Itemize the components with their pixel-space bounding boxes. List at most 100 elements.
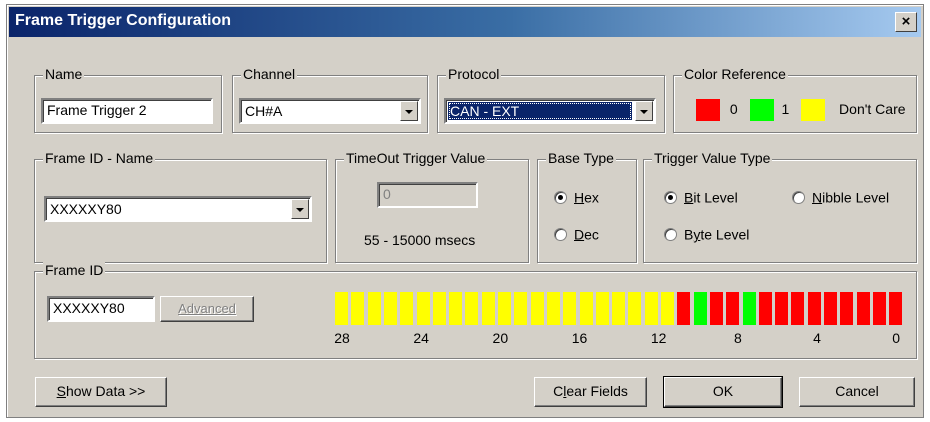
frame-id-bit[interactable] [449,292,463,325]
bit-number-label: 28 [334,330,350,346]
channel-select-value: CH#A [245,103,283,119]
frame-id-bit[interactable] [791,292,805,325]
frame-id-bit[interactable] [514,292,528,325]
hex-label: Hex [574,189,599,205]
frame-id-bit[interactable] [644,292,658,325]
bit-level-label: Bit Level [684,189,738,205]
advanced-label: Advanced [178,301,236,316]
protocol-group: Protocol CAN - EXT [437,66,665,133]
byte-level-radio-dot[interactable] [664,227,677,241]
zero-color-label: 0 [729,100,738,117]
frame-id-bit[interactable] [677,292,691,325]
frame-id-bit[interactable] [416,292,430,325]
frame-id-bit[interactable] [807,292,821,325]
frame-id-bit[interactable] [351,292,365,325]
nibble-level-radio-dot[interactable] [792,190,805,204]
name-input[interactable]: Frame Trigger 2 [41,98,213,124]
frame-id-bit-strip: 28 24 20 16 12 8 4 0 [334,292,915,352]
nibble-level-mnemonic: N [812,189,823,206]
frame-id-bit[interactable] [432,292,446,325]
frame-id-bit[interactable] [628,292,642,325]
trigger-value-type-group: Trigger Value Type Bit Level Nibble Leve… [643,150,917,263]
channel-select[interactable]: CH#A [239,98,421,124]
frame-id-bit[interactable] [465,292,479,325]
frame-id-bit[interactable] [530,292,544,325]
ok-button[interactable]: OK [663,376,783,408]
frame-id-bit[interactable] [661,292,674,325]
clear-fields-button[interactable]: Clear Fields [534,377,647,407]
frame-id-bit[interactable] [546,292,560,325]
name-group: Name Frame Trigger 2 [34,66,222,133]
one-color-swatch [749,99,774,121]
frame-id-bit[interactable] [367,292,381,325]
frame-id-bit[interactable] [595,292,609,325]
color-reference-group: Color Reference 0 1 Don't Care [673,66,917,133]
show-data-rest: how Data >> [65,383,146,399]
frame-id-bit[interactable] [872,292,886,325]
color-reference-items: 0 1 Don't Care [696,99,906,121]
dec-radio[interactable]: Dec [554,225,599,243]
frame-trigger-dialog: Frame Trigger Configuration × Name Frame… [6,4,924,418]
hex-radio[interactable]: Hex [554,188,599,206]
dec-radio-dot[interactable] [554,227,567,241]
frame-id-bit[interactable] [840,292,854,325]
zero-color-swatch [696,99,720,121]
bit-number-label: 20 [492,330,509,346]
timeout-input[interactable]: 0 [377,182,478,208]
byte-level-pre: B [684,226,694,243]
advanced-button[interactable]: Advanced [160,296,254,322]
bit-level-rest: it Level [693,189,738,206]
frame-id-bit[interactable] [335,292,348,325]
clear-fields-rest: ear Fields [566,383,628,399]
byte-level-rest: te Level [700,226,750,243]
dec-label: Dec [574,226,599,242]
chevron-down-icon[interactable] [635,101,653,121]
bit-number-label: 0 [892,330,901,346]
frame-id-bit[interactable] [579,292,593,325]
show-data-button[interactable]: Show Data >> [35,377,167,407]
dont-care-color-swatch [801,99,826,121]
frame-id-bit[interactable] [481,292,495,325]
frame-id-bit[interactable] [758,292,772,325]
protocol-select-value: CAN - EXT [448,102,632,120]
frame-id-bit[interactable] [400,292,414,325]
frame-id-name-group: Frame ID - Name XXXXXY80 [34,150,327,263]
protocol-select[interactable]: CAN - EXT [444,98,656,124]
frame-id-bit[interactable] [742,292,756,325]
frame-id-bit[interactable] [889,292,903,325]
chevron-down-icon[interactable] [400,101,418,121]
frame-id-input[interactable]: XXXXXY80 [47,296,155,322]
frame-id-bit[interactable] [824,292,837,325]
timeout-group: TimeOut Trigger Value 0 55 - 15000 msecs [335,150,529,263]
bit-level-radio-dot[interactable] [664,190,677,204]
nibble-level-rest: ibble Level [822,189,890,206]
frame-id-bit[interactable] [693,292,707,325]
hex-radio-dot[interactable] [554,190,567,204]
byte-level-radio[interactable]: Byte Level [664,225,749,243]
one-color-label: 1 [781,100,790,117]
close-button[interactable]: × [895,12,917,32]
bit-number-label: 12 [650,330,667,346]
frame-id-bit[interactable] [612,292,626,325]
frame-id-bit[interactable] [709,292,723,325]
frame-id-bit[interactable] [563,292,577,325]
frame-id-bit[interactable] [856,292,870,325]
cancel-button[interactable]: Cancel [799,377,915,407]
base-type-group: Base Type Hex Dec [537,150,637,263]
chevron-down-icon[interactable] [291,199,309,219]
dont-care-color-label: Don't Care [839,100,906,117]
frame-id-name-label: Frame ID - Name [43,150,156,166]
frame-id-bit[interactable] [775,292,789,325]
nibble-level-radio[interactable]: Nibble Level [792,188,889,206]
bit-level-radio[interactable]: Bit Level [664,188,738,206]
frame-id-bit[interactable] [498,292,511,325]
frame-id-bit[interactable] [383,292,397,325]
hex-mnemonic: H [574,189,585,206]
frame-id-name-select[interactable]: XXXXXY80 [44,196,312,222]
name-group-label: Name [43,66,85,82]
color-reference-label: Color Reference [682,66,788,82]
bit-number-label: 4 [813,330,821,346]
bit-number-label: 8 [733,330,742,346]
frame-id-bit[interactable] [726,292,740,325]
channel-group: Channel CH#A [232,66,428,133]
